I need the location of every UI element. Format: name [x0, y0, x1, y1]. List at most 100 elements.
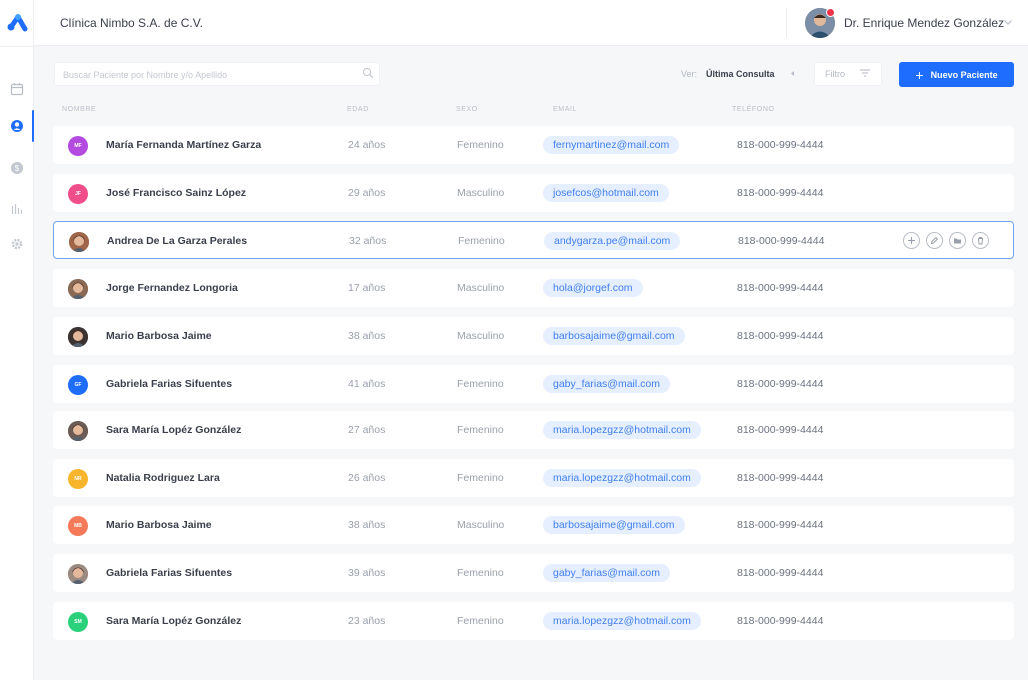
table-row[interactable]: Gabriela Farias Sifuentes 39 años Femenino… — [53, 554, 1014, 592]
gear-icon — [11, 238, 23, 250]
table-row[interactable]: GF Gabriela Farias Sifuentes 41 años Femeni… — [53, 365, 1014, 403]
avatar — [68, 327, 88, 347]
patient-email[interactable]: andygarza.pe@mail.com — [544, 232, 681, 250]
patient-email[interactable]: maria.lopezgzz@hotmail.com — [543, 612, 701, 630]
search-box — [54, 62, 380, 86]
table-row[interactable]: Andrea De La Garza Perales 32 años Femenin… — [53, 221, 1014, 259]
patient-age: 27 años — [348, 424, 386, 436]
column-header-sex[interactable]: SEXO — [456, 106, 478, 113]
sidebar-item-stats[interactable] — [6, 198, 28, 220]
sidebar-active-indicator — [32, 110, 34, 142]
sidebar-item-billing[interactable]: $ — [6, 157, 28, 179]
sidebar: $ — [0, 0, 34, 680]
trash-icon — [978, 237, 983, 245]
avatar: SM — [68, 612, 88, 632]
column-header-phone[interactable]: TELÉFONO — [732, 106, 775, 113]
clinic-name: Clínica Nimbo S.A. de C.V. — [60, 16, 203, 30]
edit-button[interactable] — [926, 232, 943, 249]
patient-phone: 818-000-999-4444 — [737, 472, 824, 484]
patient-name: Gabriela Farias Sifuentes — [106, 378, 233, 390]
view-selector[interactable]: Última Consulta — [706, 69, 775, 79]
view-label: Ver: — [681, 69, 698, 79]
patient-email[interactable]: barbosajaime@gmail.com — [543, 516, 685, 534]
patient-name: Sara María Lopéz González — [106, 424, 242, 436]
table-row[interactable]: Jorge Fernandez Longoria 17 años Masculino… — [53, 269, 1014, 307]
patient-email[interactable]: gaby_farias@mail.com — [543, 564, 670, 582]
column-header-email[interactable]: EMAIL — [553, 106, 577, 113]
billing-icon: $ — [11, 162, 23, 174]
patient-email[interactable]: maria.lopezgzz@hotmail.com — [543, 469, 701, 487]
table-row[interactable]: Mario Barbosa Jaime 38 años Masculino barbo… — [53, 317, 1014, 355]
search-input[interactable] — [63, 67, 343, 83]
avatar — [68, 421, 88, 441]
app-logo[interactable] — [4, 10, 30, 36]
patient-email[interactable]: gaby_farias@mail.com — [543, 375, 670, 393]
patient-phone: 818-000-999-4444 — [737, 330, 824, 342]
patient-email[interactable]: barbosajaime@gmail.com — [543, 327, 685, 345]
search-icon[interactable] — [362, 67, 374, 79]
sidebar-item-calendar[interactable] — [6, 78, 28, 100]
column-header-name[interactable]: NOMBRE — [62, 106, 96, 113]
calendar-icon — [10, 83, 24, 96]
stats-icon — [11, 204, 23, 214]
sidebar-item-patients[interactable] — [6, 115, 28, 137]
patient-phone: 818-000-999-4444 — [737, 139, 824, 151]
patient-name: José Francisco Sainz López — [106, 187, 247, 199]
patient-phone: 818-000-999-4444 — [737, 187, 824, 199]
table-row[interactable]: NR Natalia Rodriguez Lara 26 años Femenino m… — [53, 459, 1014, 497]
folder-icon — [954, 238, 961, 244]
plus-icon: + — [915, 66, 924, 83]
avatar: GF — [68, 375, 88, 395]
patient-phone: 818-000-999-4444 — [737, 378, 824, 390]
folder-button[interactable] — [949, 232, 966, 249]
avatar — [69, 232, 89, 252]
patient-phone: 818-000-999-4444 — [737, 615, 824, 627]
sidebar-divider — [0, 46, 34, 47]
avatar-initials: JF — [75, 191, 81, 197]
avatar: JF — [68, 184, 88, 204]
user-name[interactable]: Dr. Enrique Mendez González — [844, 16, 1004, 30]
sidebar-item-settings[interactable] — [6, 233, 28, 255]
patient-phone: 818-000-999-4444 — [737, 282, 824, 294]
patient-email[interactable]: josefcos@hotmail.com — [543, 184, 669, 202]
new-patient-label: Nuevo Paciente — [930, 69, 998, 80]
patient-age: 17 años — [348, 282, 386, 294]
patient-phone: 818-000-999-4444 — [737, 567, 824, 579]
table-row[interactable]: SM Sara María Lopéz González 23 años Femeni… — [53, 602, 1014, 640]
patient-email[interactable]: hola@jorgef.com — [543, 279, 643, 297]
patient-age: 26 años — [348, 472, 386, 484]
trash-button[interactable] — [972, 232, 989, 249]
patient-age: 29 años — [348, 187, 386, 199]
table-row[interactable]: MB Mario Barbosa Jaime 38 años Masculino bar… — [53, 506, 1014, 544]
patient-sex: Masculino — [457, 519, 505, 531]
patient-phone: 818-000-999-4444 — [737, 519, 824, 531]
patient-sex: Femenino — [457, 567, 504, 579]
patient-name: Gabriela Farias Sifuentes — [106, 567, 233, 579]
add-button[interactable] — [903, 232, 920, 249]
svg-text:$: $ — [15, 164, 20, 173]
patient-sex: Masculino — [457, 187, 505, 199]
new-patient-button[interactable]: + Nuevo Paciente — [899, 62, 1014, 87]
chevron-down-icon[interactable] — [1002, 16, 1014, 28]
table-row[interactable]: MF María Fernanda Martínez Garza 24 años Fe… — [53, 126, 1014, 164]
patient-sex: Femenino — [457, 139, 504, 151]
filter-icon — [860, 69, 870, 77]
patient-name: Jorge Fernandez Longoria — [106, 282, 238, 294]
column-header-age[interactable]: EDAD — [347, 106, 369, 113]
patient-age: 23 años — [348, 615, 386, 627]
avatar-initials: MF — [74, 143, 82, 149]
patient-name: Natalia Rodriguez Lara — [106, 472, 220, 484]
patient-email[interactable]: fernymartinez@mail.com — [543, 136, 680, 154]
patient-name: Sara María Lopéz González — [106, 615, 242, 627]
avatar — [68, 279, 88, 299]
patient-name: María Fernanda Martínez Garza — [106, 139, 262, 151]
patient-sex: Masculino — [457, 282, 505, 294]
patient-email[interactable]: maria.lopezgzz@hotmail.com — [543, 421, 701, 439]
table-row[interactable]: Sara María Lopéz González 27 años Femenino… — [53, 411, 1014, 449]
patient-age: 38 años — [348, 330, 386, 342]
table-row[interactable]: JF José Francisco Sainz López 29 años Mascu… — [53, 174, 1014, 212]
caret-left-icon[interactable] — [789, 70, 796, 77]
avatar-initials: MB — [74, 523, 82, 529]
edit-icon — [930, 236, 939, 245]
avatar-initials: GF — [74, 382, 82, 388]
